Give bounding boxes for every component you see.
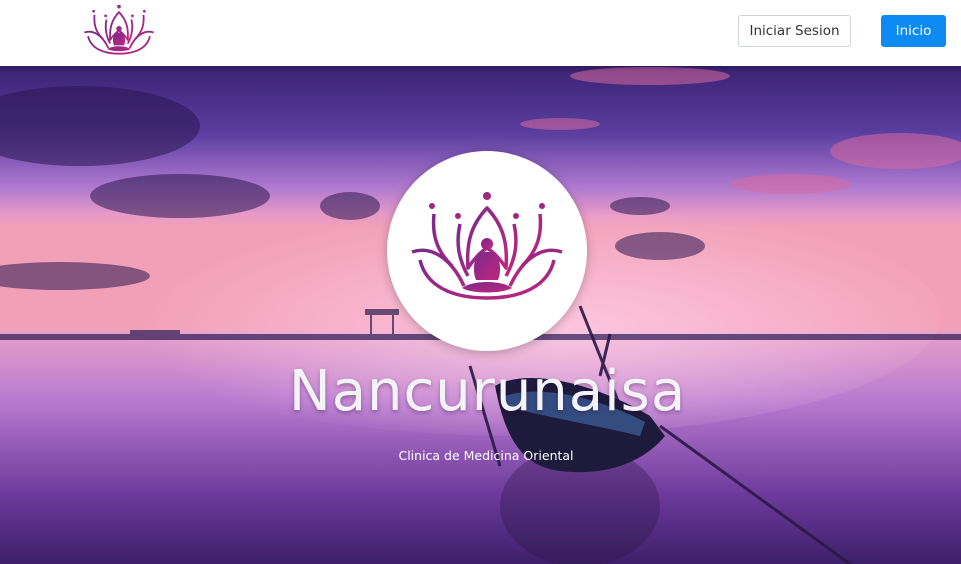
lotus-logo-icon[interactable] bbox=[78, 2, 160, 62]
lotus-meditation-icon bbox=[411, 192, 563, 300]
hero-title: Nancurunaisa bbox=[288, 359, 687, 424]
hero-logo-badge bbox=[387, 151, 587, 351]
hero-subtitle: Clinica de Medicina Oriental bbox=[398, 448, 574, 463]
login-button[interactable]: Iniciar Sesion bbox=[738, 15, 851, 47]
hero-section: Nancurunaisa Clinica de Medicina Orienta… bbox=[0, 66, 961, 564]
home-button[interactable]: Inicio bbox=[881, 15, 946, 47]
top-navbar: Iniciar Sesion Inicio bbox=[0, 0, 961, 66]
